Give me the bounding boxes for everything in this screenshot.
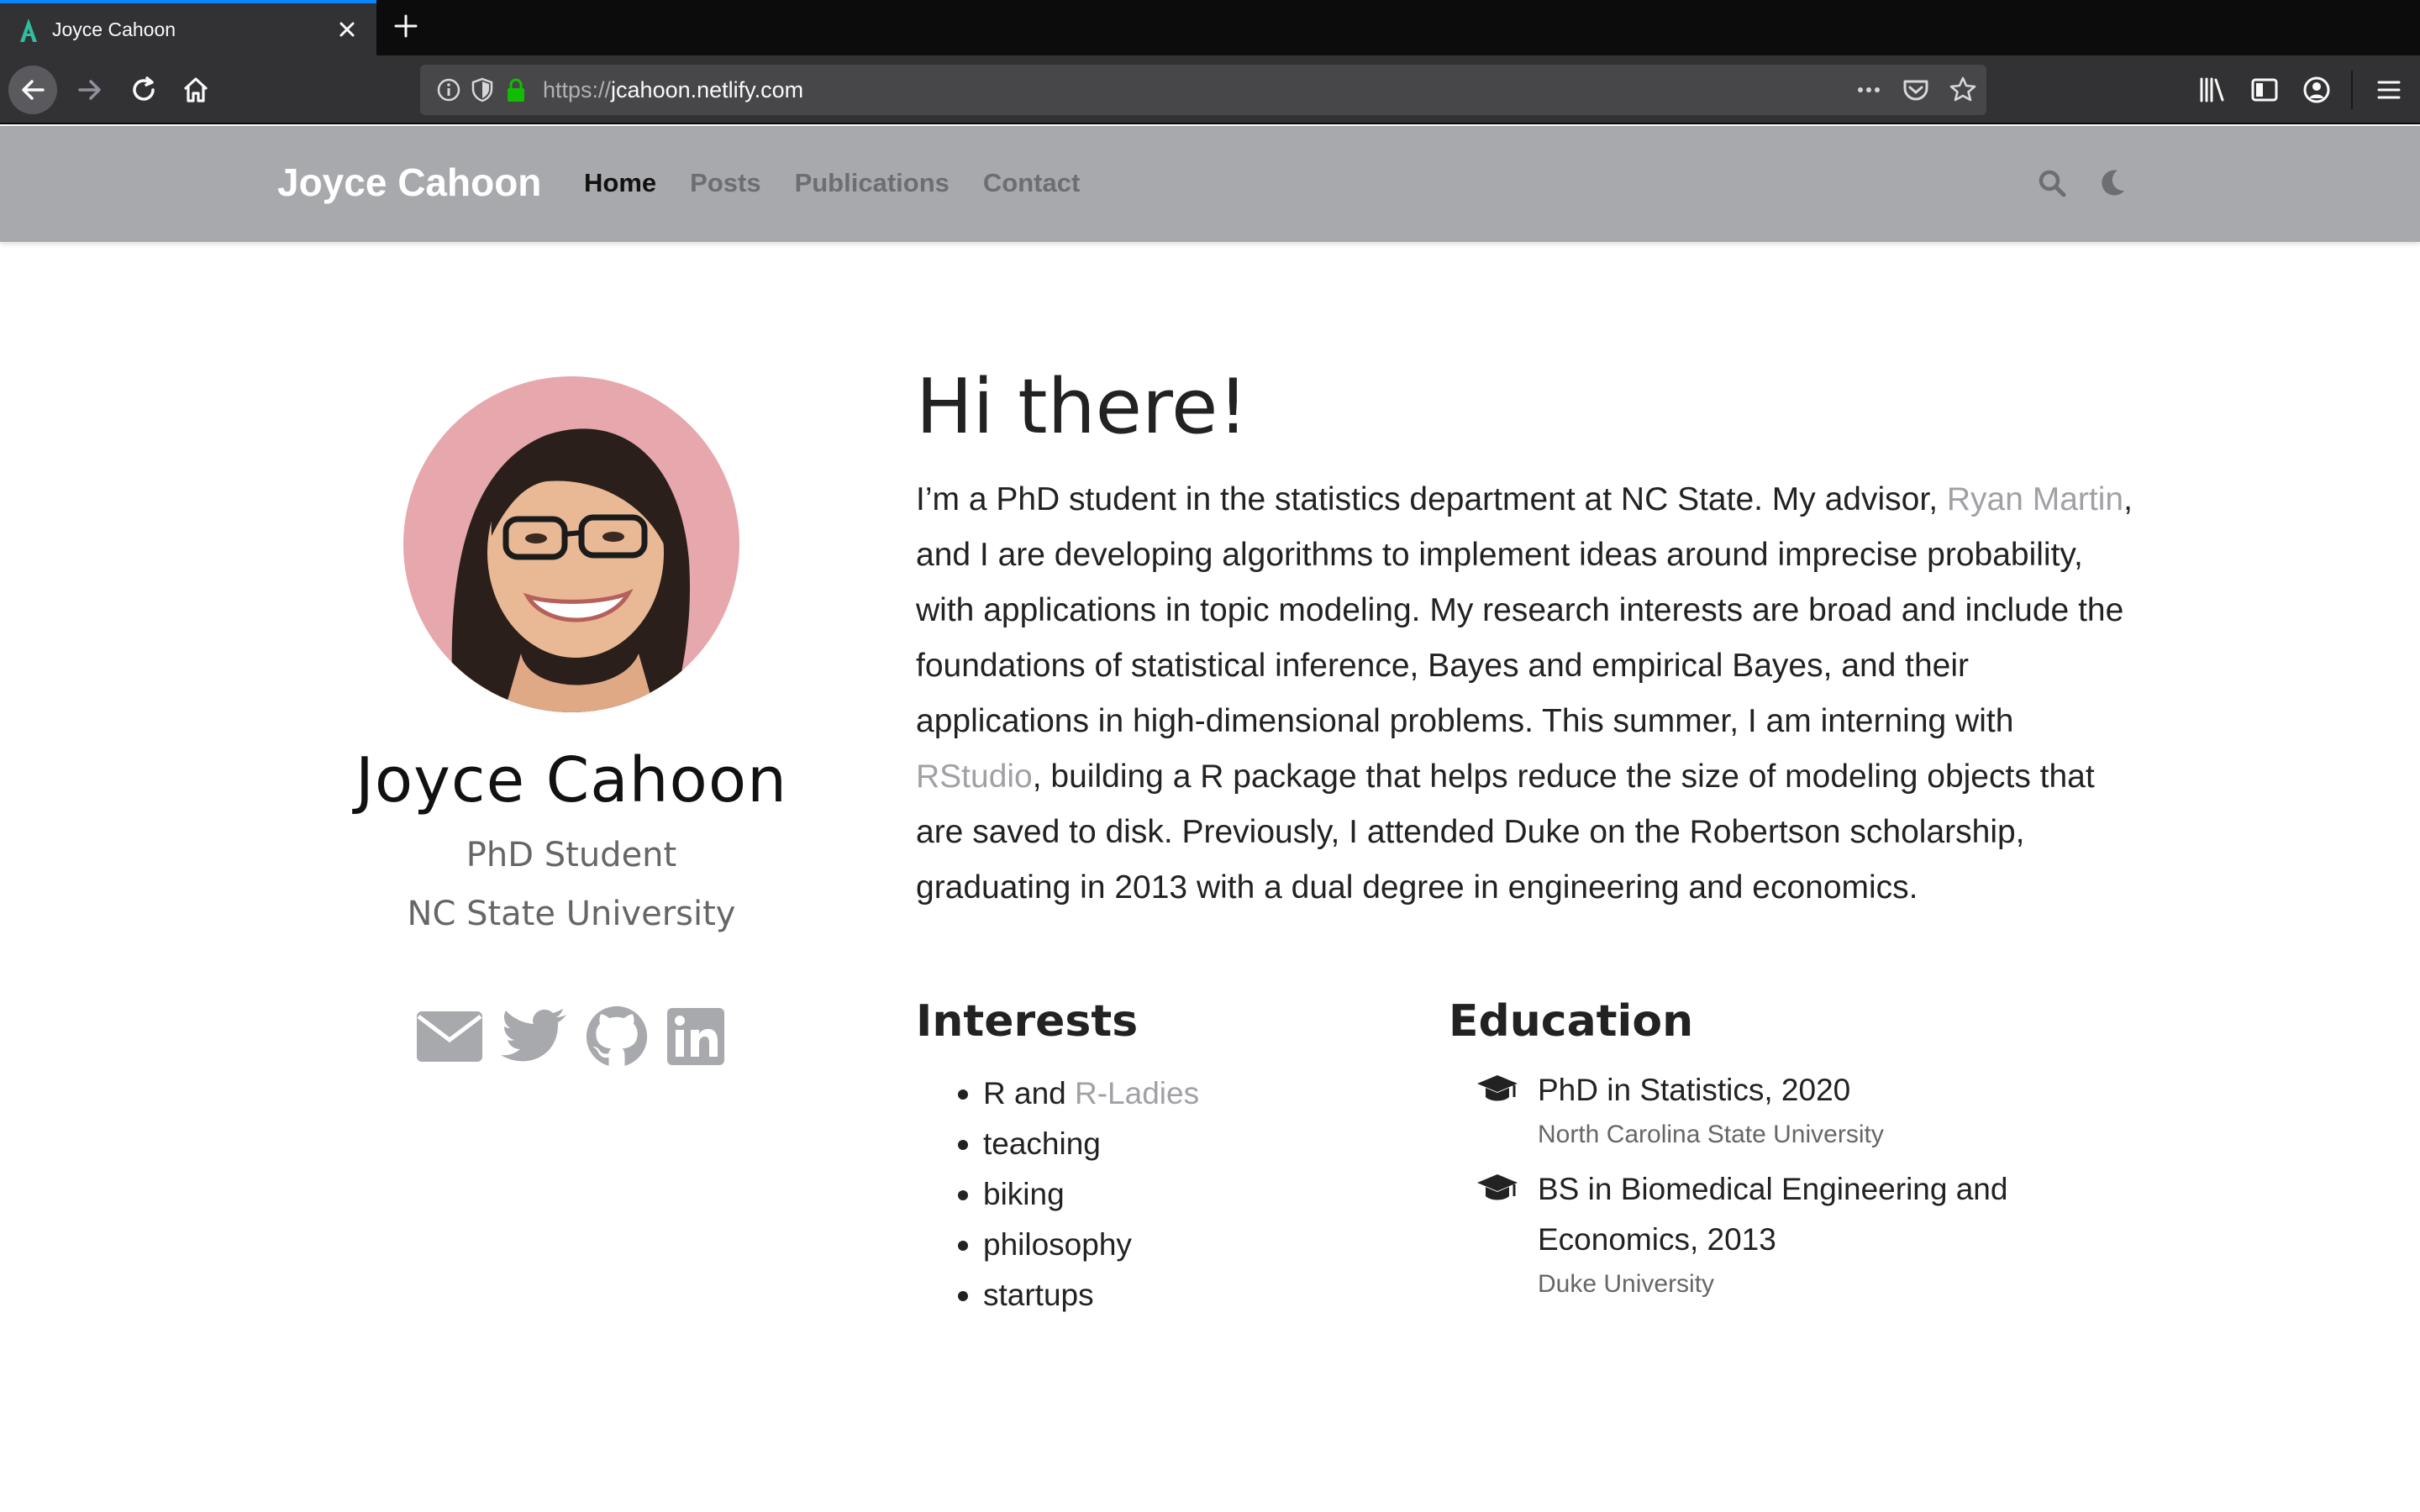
profile-name: Joyce Cahoon [355,744,787,816]
arrow-right-icon [78,80,101,100]
reload-button[interactable] [119,66,168,114]
home-icon [183,77,208,102]
browser-tab[interactable]: Joyce Cahoon [0,0,376,55]
education-school: North Carolina State University [1538,1121,1884,1148]
graduation-cap-icon [1477,1075,1518,1101]
reload-icon [133,76,155,101]
github-icon[interactable] [583,1005,650,1068]
pocket-icon[interactable] [1901,75,1931,105]
forward-button[interactable] [66,66,114,114]
toolbar-separator [2351,71,2353,109]
search-icon[interactable] [2035,166,2069,200]
interest-text: R and [983,1076,1076,1110]
bookmark-star-icon[interactable] [1948,75,1978,105]
site-brand-link[interactable]: Joyce Cahoon [277,160,541,205]
advisor-link[interactable]: Ryan Martin [1947,481,2123,517]
menu-item-home[interactable]: Home [584,168,656,198]
education-degree: BS in Biomedical Engineering and Economi… [1538,1172,2008,1257]
list-item: teaching [950,1119,1199,1169]
hamburger-menu-icon[interactable] [2373,74,2405,106]
info-icon[interactable] [435,76,462,103]
menu-item-posts[interactable]: Posts [690,168,760,198]
page-actions-more-icon[interactable] [1854,75,1884,105]
education-degree: PhD in Statistics, 2020 [1538,1073,1851,1107]
r-ladies-link[interactable]: R-Ladies [1075,1076,1199,1110]
library-icon[interactable] [2196,74,2228,106]
rstudio-link[interactable]: RStudio [916,759,1033,795]
site-menu: Home Posts Publications Contact [584,168,1080,198]
profile-organization: NC State University [407,895,736,933]
lock-icon[interactable] [502,76,529,103]
tab-title: Joyce Cahoon [52,18,176,40]
interests-list: R and R-Ladies teaching biking philosoph… [950,1068,1199,1320]
list-item: biking [950,1169,1199,1220]
list-item: startups [950,1270,1199,1320]
profile-photo [403,376,739,712]
site-favicon-icon [20,18,37,42]
account-icon[interactable] [2301,74,2333,106]
back-button[interactable] [8,66,57,114]
bio-text: , and I are developing algorithms to imp… [916,481,2133,739]
bio-paragraph: I’m a PhD student in the statistics depa… [916,472,2134,916]
education-heading: Education [1449,996,1694,1047]
tracking-protection-shield-icon[interactable] [469,76,496,103]
list-item: philosophy [950,1220,1199,1270]
interests-heading: Interests [916,996,1139,1047]
moon-dark-mode-icon[interactable] [2096,166,2129,200]
graduation-cap-icon [1477,1174,1518,1200]
education-school: Duke University [1538,1270,1715,1298]
address-bar[interactable]: https://jcahoon.netlify.com [420,65,1986,115]
bio-text: I’m a PhD student in the statistics depa… [916,481,1947,517]
twitter-icon[interactable] [501,1005,568,1068]
arrow-left-icon [22,80,45,100]
profile-role: PhD Student [466,836,677,874]
avatar [403,376,739,712]
bio-text: , building a R package that helps reduce… [916,759,2095,906]
menu-item-publications[interactable]: Publications [795,168,950,198]
browser-tab-strip: Joyce Cahoon [0,0,2420,55]
sidebar-icon[interactable] [2249,74,2281,106]
greeting-heading: Hi there! [916,363,1249,451]
site-navbar: Joyce Cahoon Home Posts Publications Con… [0,126,2420,242]
new-tab-icon[interactable] [392,12,420,40]
linkedin-icon[interactable] [666,1005,726,1068]
home-button[interactable] [171,66,220,114]
envelope-icon[interactable] [415,1005,484,1068]
close-tab-icon[interactable] [334,17,360,42]
menu-item-contact[interactable]: Contact [983,168,1080,198]
url-text[interactable]: https://jcahoon.netlify.com [543,77,803,103]
browser-toolbar: https://jcahoon.netlify.com [0,55,2420,124]
list-item: R and R-Ladies [950,1068,1199,1119]
